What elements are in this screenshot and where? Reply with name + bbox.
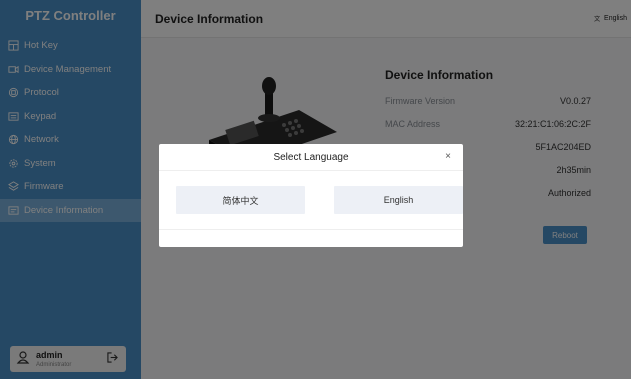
language-options: 简体中文 English: [176, 186, 463, 214]
dialog-header: Select Language ×: [159, 144, 463, 171]
dialog-title: Select Language: [273, 151, 349, 163]
select-language-dialog: Select Language × 简体中文 English: [159, 144, 463, 247]
language-option-english[interactable]: English: [334, 186, 463, 214]
close-icon[interactable]: ×: [445, 151, 451, 162]
language-option-chinese[interactable]: 简体中文: [176, 186, 305, 214]
dialog-footer-divider: [159, 229, 463, 230]
